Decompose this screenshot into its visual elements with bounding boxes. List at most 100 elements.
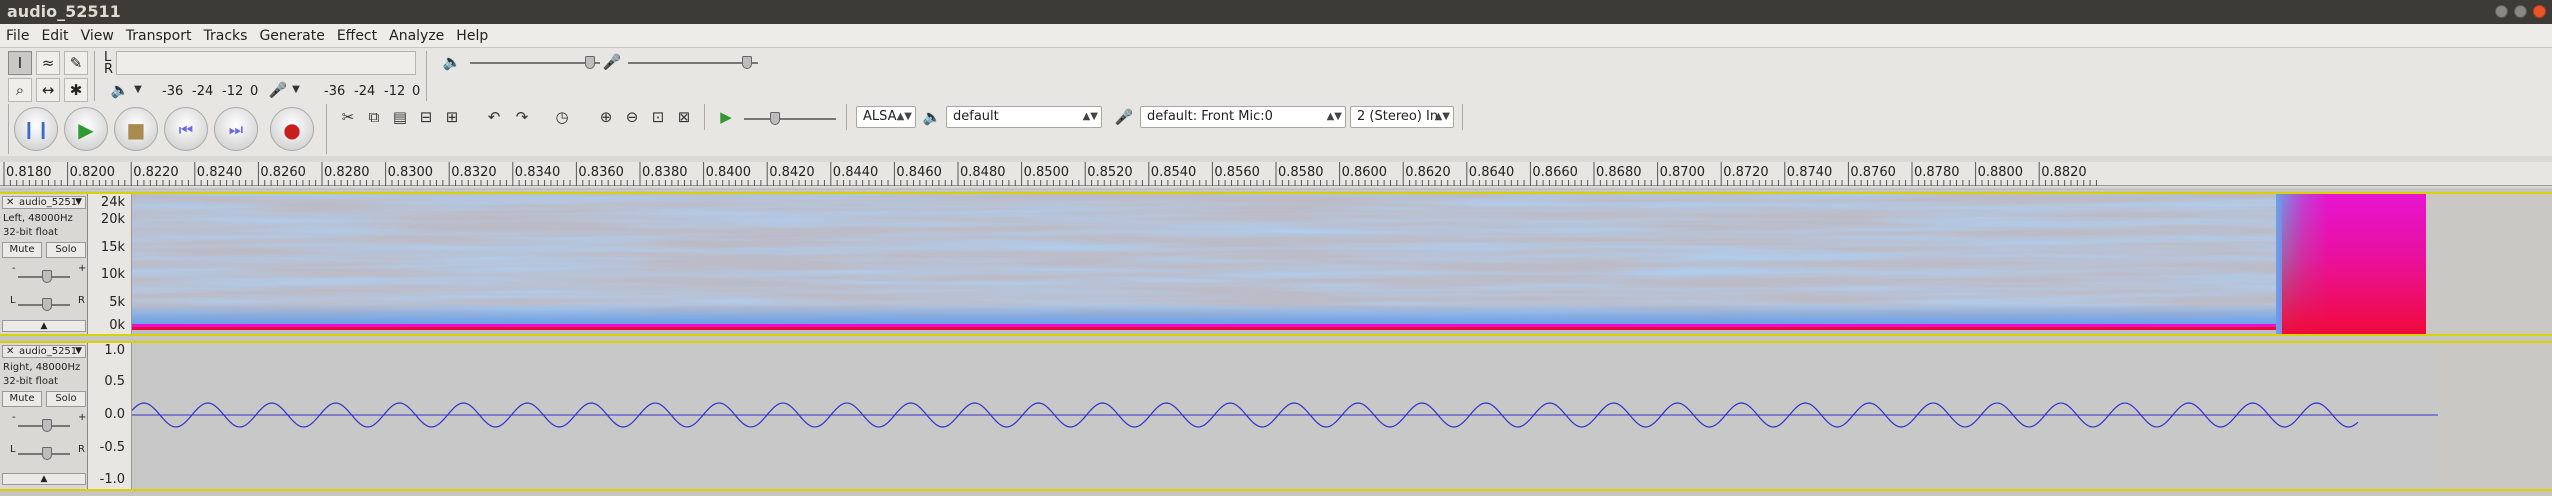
- draw-tool-icon[interactable]: ✎: [64, 51, 88, 75]
- timeline-ruler[interactable]: 0.8180 0.8200 0.8220 0.8240 0.8260 0.8280 0.83…: [0, 162, 2552, 186]
- track-right-channel[interactable]: ✕ audio_5251 ▼ Right, 48000Hz 32-bit flo…: [0, 341, 2552, 491]
- meter-scale-tick: -12: [384, 84, 406, 99]
- gain-slider-thumb[interactable]: [42, 419, 52, 432]
- chevron-down-icon[interactable]: ▼: [126, 78, 150, 102]
- play-speed-thumb[interactable]: [770, 112, 780, 125]
- pan-slider-thumb[interactable]: [42, 447, 52, 460]
- meter-scale-tick: -36: [324, 84, 346, 99]
- frequency-scale[interactable]: 24k 20k 15k 10k 5k 0k: [88, 194, 132, 334]
- sync-lock-icon[interactable]: ◷: [550, 105, 574, 129]
- amplitude-scale[interactable]: 1.0 0.5 0.0 -0.5 -1.0: [88, 343, 132, 489]
- cut-icon[interactable]: ✂: [336, 105, 360, 129]
- pan-slider-thumb[interactable]: [42, 298, 52, 311]
- solo-button[interactable]: Solo: [46, 242, 86, 258]
- close-button[interactable]: [2533, 5, 2546, 18]
- playback-device-select[interactable]: default ▲▼: [946, 106, 1102, 128]
- title-bar: audio_52511: [0, 0, 2552, 24]
- timeshift-tool-icon[interactable]: ↔: [36, 78, 60, 102]
- recording-volume-slider[interactable]: [628, 62, 758, 64]
- scale-label: 5k: [109, 295, 125, 310]
- envelope-tool-icon[interactable]: ≈: [36, 51, 60, 75]
- ruler-label: 0.8500: [1023, 165, 1070, 180]
- track-menu-dropdown-icon[interactable]: ▼: [75, 197, 82, 208]
- record-meter-bar[interactable]: [116, 51, 416, 75]
- play-button[interactable]: ▶: [64, 107, 108, 151]
- waveform-view[interactable]: [132, 343, 2438, 489]
- menu-generate[interactable]: Generate: [253, 24, 330, 48]
- ruler-ticks: [3, 162, 2097, 186]
- playback-volume-thumb[interactable]: [585, 56, 595, 69]
- multi-tool-icon[interactable]: ✱: [64, 78, 88, 102]
- mute-button[interactable]: Mute: [2, 391, 42, 407]
- ruler-label: 0.8740: [1786, 165, 1833, 180]
- ruler-label: 0.8200: [69, 165, 116, 180]
- scale-label: 0.0: [104, 407, 125, 422]
- mute-button[interactable]: Mute: [2, 242, 42, 258]
- scale-label: 24k: [100, 195, 125, 210]
- ruler-label: 0.8680: [1596, 165, 1642, 180]
- zoom-in-icon[interactable]: ⊕: [594, 105, 618, 129]
- maximize-button[interactable]: [2514, 5, 2527, 18]
- ruler-label: 0.8360: [578, 165, 624, 180]
- track-menu-dropdown-icon[interactable]: ▼: [75, 346, 82, 357]
- ruler-label: 0.8380: [642, 165, 688, 180]
- selection-tool-icon[interactable]: I: [8, 51, 32, 75]
- paste-icon[interactable]: ▤: [388, 105, 412, 129]
- scale-label: 20k: [100, 212, 125, 227]
- minimize-button[interactable]: [2495, 5, 2508, 18]
- track-header[interactable]: ✕ audio_5251 ▼: [2, 345, 86, 358]
- close-track-icon[interactable]: ✕: [6, 197, 14, 208]
- track-header[interactable]: ✕ audio_5251 ▼: [2, 196, 86, 209]
- menu-transport[interactable]: Transport: [120, 24, 198, 48]
- fit-selection-icon[interactable]: ⊡: [646, 105, 670, 129]
- track-format: 32-bit float: [3, 227, 59, 238]
- gain-slider-thumb[interactable]: [42, 270, 52, 283]
- menu-edit[interactable]: Edit: [35, 24, 74, 48]
- recording-volume-thumb[interactable]: [742, 56, 752, 69]
- close-track-icon[interactable]: ✕: [6, 346, 14, 357]
- menu-help[interactable]: Help: [450, 24, 494, 48]
- silence-icon[interactable]: ⊞: [440, 105, 464, 129]
- ruler-label: 0.8420: [769, 165, 815, 180]
- zoom-out-icon[interactable]: ⊖: [620, 105, 644, 129]
- window-title: audio_52511: [7, 2, 121, 21]
- channels-select[interactable]: 2 (Stereo) In ▲▼: [1350, 106, 1454, 128]
- track-control-panel: ✕ audio_5251 ▼ Left, 48000Hz 32-bit floa…: [0, 194, 88, 334]
- chevron-down-icon[interactable]: ▼: [284, 78, 308, 102]
- collapse-track-icon[interactable]: ▲: [2, 320, 86, 332]
- spectrogram-view[interactable]: [132, 194, 2438, 334]
- menu-tracks[interactable]: Tracks: [198, 24, 254, 48]
- stop-button[interactable]: ■: [114, 107, 158, 151]
- copy-icon[interactable]: ⧉: [362, 105, 386, 129]
- toolbar-area: I ≈ ✎ ⌕ ↔ ✱ L R 🔈 ▼ -36 -24 -12 0 🎤 ▼ -3…: [0, 48, 2552, 156]
- audio-host-select[interactable]: ALSA ▲▼: [856, 106, 916, 128]
- menu-file[interactable]: File: [0, 24, 35, 48]
- zoom-tool-icon[interactable]: ⌕: [8, 78, 32, 102]
- skip-start-button[interactable]: ⏮: [164, 107, 208, 151]
- ruler-label: 0.8300: [387, 165, 434, 180]
- ruler-label: 0.8760: [1850, 165, 1896, 180]
- meter-scale-tick: 0: [412, 84, 421, 99]
- pause-button[interactable]: ❙❙: [14, 107, 58, 151]
- fit-project-icon[interactable]: ⊠: [672, 105, 696, 129]
- collapse-track-icon[interactable]: ▲: [2, 473, 86, 485]
- menu-view[interactable]: View: [75, 24, 120, 48]
- scale-label: 0.5: [104, 374, 125, 389]
- meter-scale-tick: 0: [250, 84, 259, 99]
- recording-device-select[interactable]: default: Front Mic:0 ▲▼: [1140, 106, 1346, 128]
- ruler-label: 0.8780: [1914, 165, 1960, 180]
- ruler-label: 0.8320: [451, 165, 497, 180]
- playback-volume-slider[interactable]: [470, 62, 600, 64]
- solo-button[interactable]: Solo: [46, 391, 86, 407]
- trim-icon[interactable]: ⊟: [414, 105, 438, 129]
- undo-icon[interactable]: ↶: [482, 105, 506, 129]
- ruler-label: 0.8540: [1150, 165, 1197, 180]
- record-button[interactable]: ●: [270, 107, 314, 151]
- menu-effect[interactable]: Effect: [331, 24, 383, 48]
- play-at-speed-icon[interactable]: ▶: [714, 105, 738, 129]
- play-speed-slider[interactable]: [744, 118, 836, 120]
- track-left-channel[interactable]: ✕ audio_5251 ▼ Left, 48000Hz 32-bit floa…: [0, 192, 2552, 336]
- skip-end-button[interactable]: ⏭: [214, 107, 258, 151]
- redo-icon[interactable]: ↷: [510, 105, 534, 129]
- menu-analyze[interactable]: Analyze: [383, 24, 450, 48]
